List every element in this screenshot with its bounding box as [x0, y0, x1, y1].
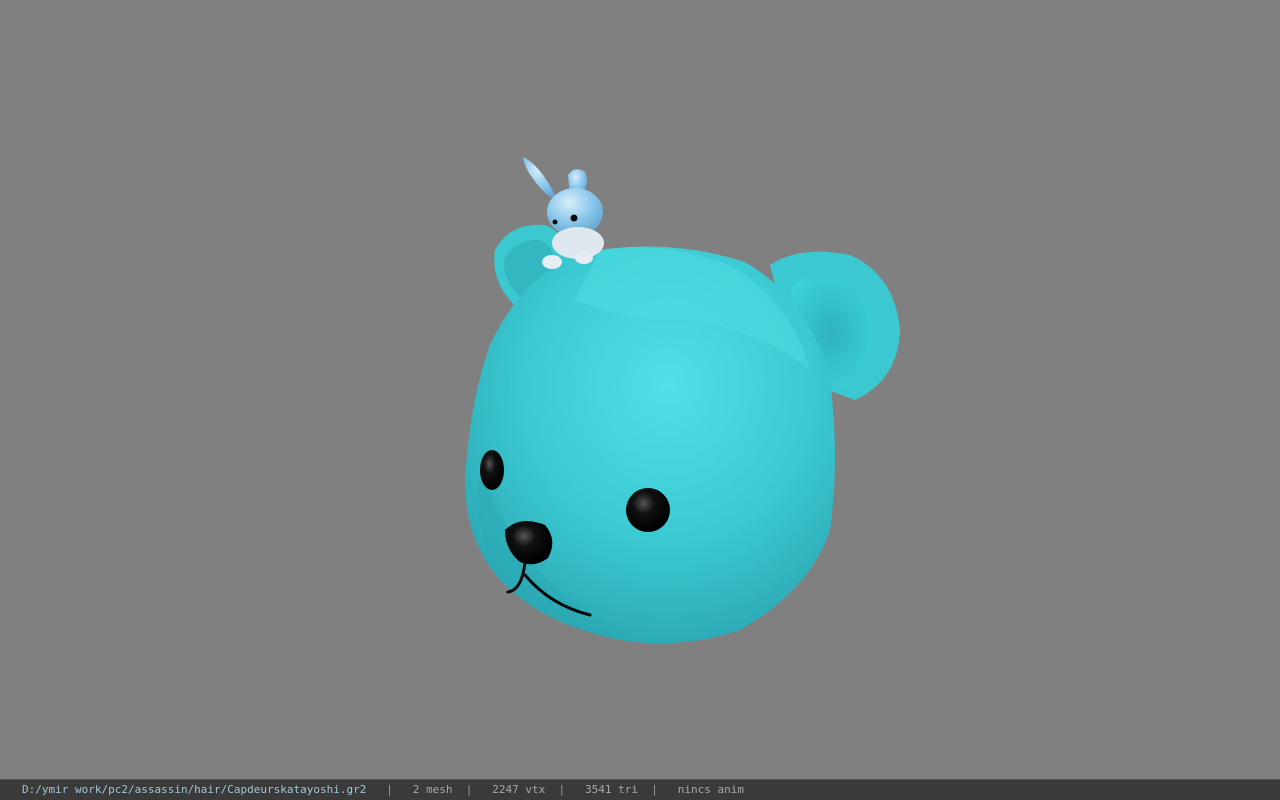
file-path: D:/ymir work/pc2/assassin/hair/Capdeursk… — [22, 783, 367, 796]
separator: | — [558, 783, 566, 796]
anim-status: nincs anim — [677, 783, 744, 796]
bear-left-eye — [480, 450, 504, 490]
separator: | — [386, 783, 393, 796]
vertex-count: 2247 vtx — [492, 783, 546, 796]
3d-viewport[interactable] — [0, 0, 1280, 779]
separator: | — [465, 783, 473, 796]
triangle-count: 3541 tri — [584, 783, 638, 796]
model-preview — [465, 157, 900, 644]
status-bar: D:/ymir work/pc2/assassin/hair/Capdeursk… — [0, 779, 1280, 800]
separator: | — [651, 783, 658, 796]
bear-right-eye — [626, 488, 670, 532]
mesh-count: 2 mesh — [412, 783, 453, 796]
